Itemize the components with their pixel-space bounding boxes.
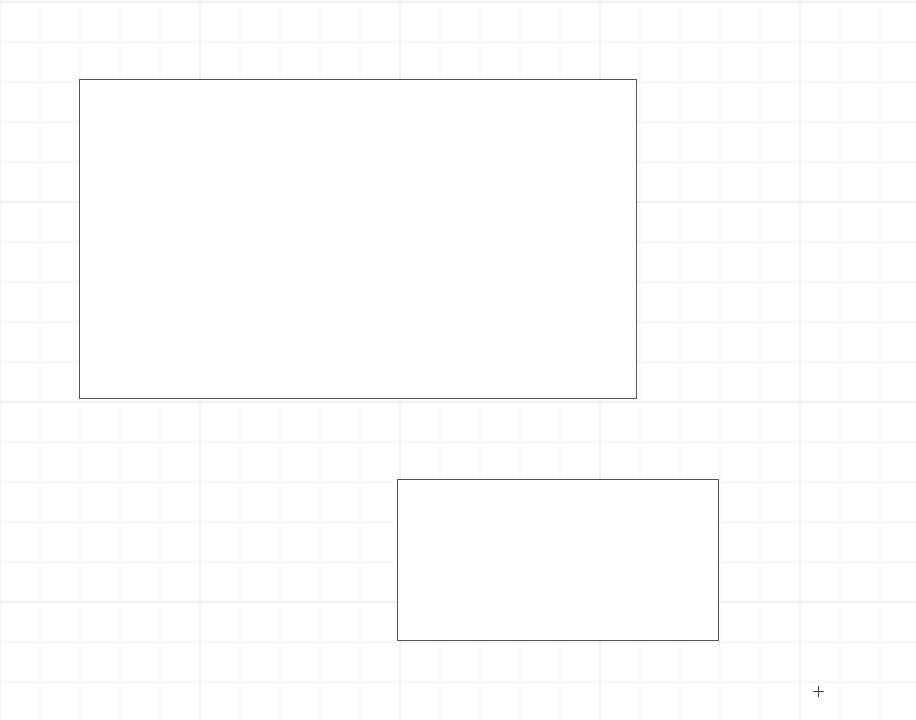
shape-rectangle-2[interactable] [397, 479, 719, 641]
crosshair-cursor-icon [813, 686, 824, 697]
shape-rectangle-1[interactable] [79, 79, 637, 399]
diagram-canvas[interactable] [0, 0, 916, 720]
